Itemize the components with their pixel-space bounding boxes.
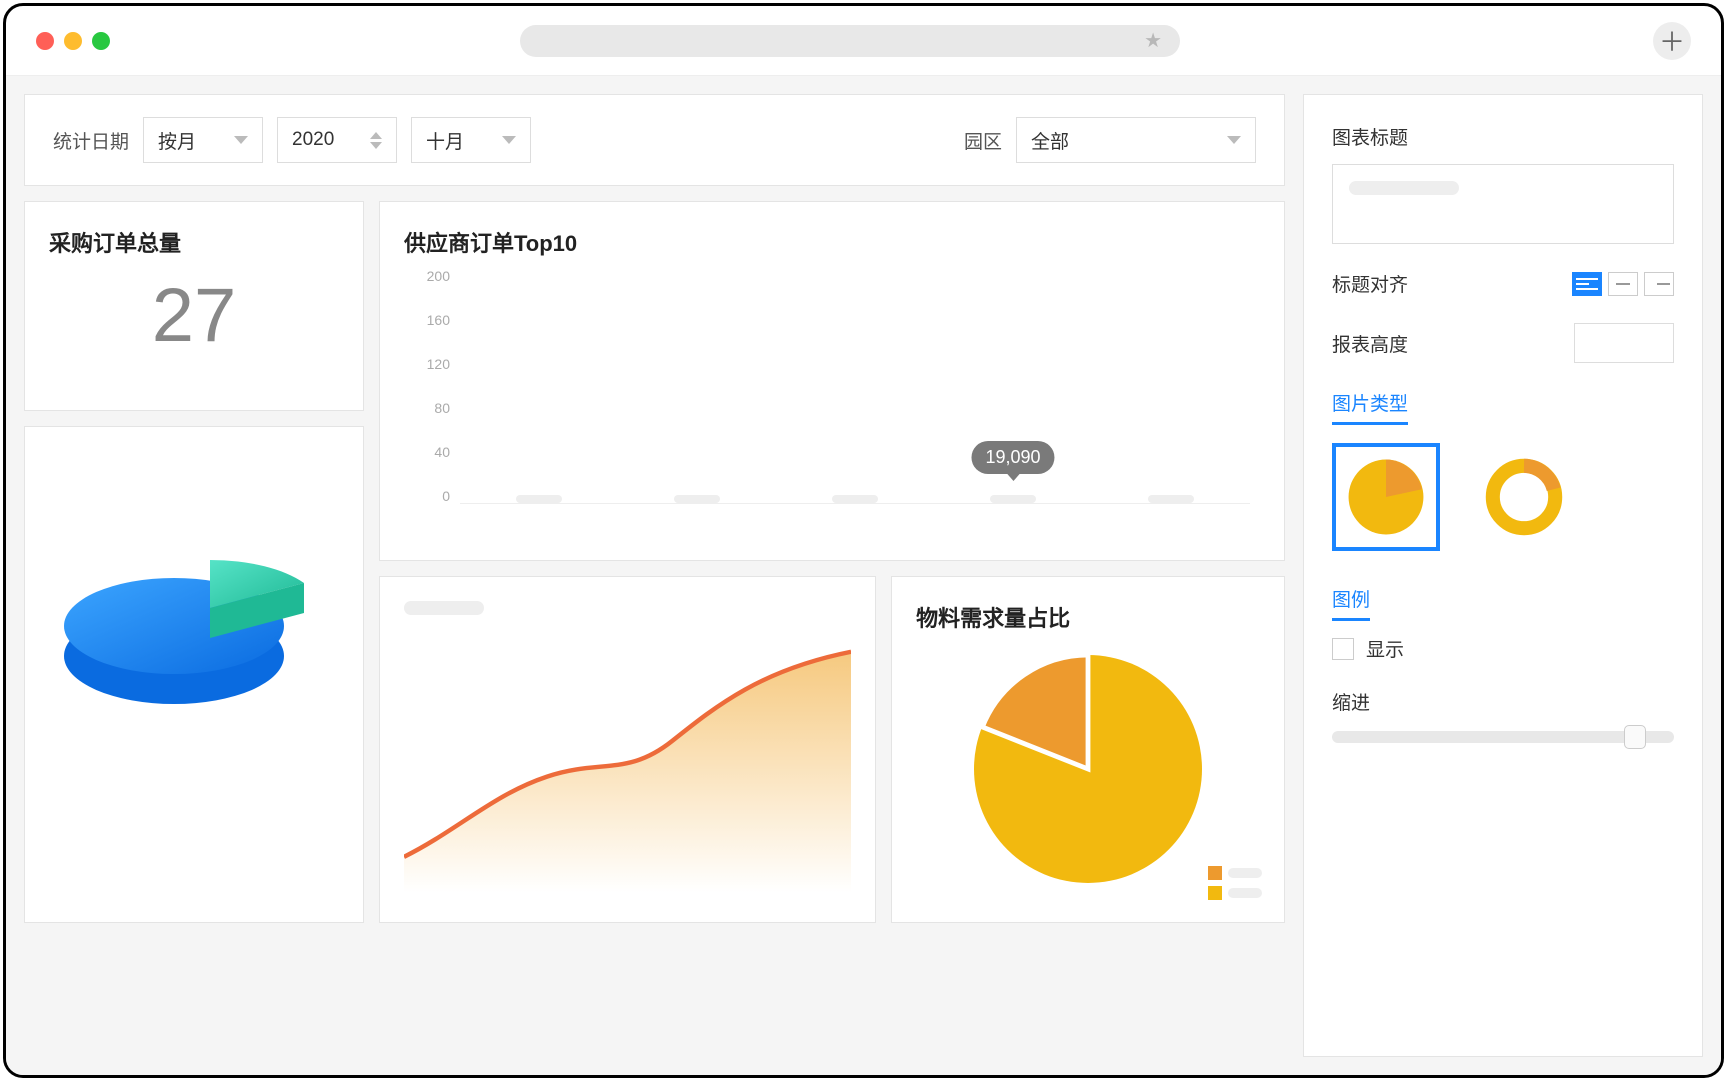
align-right-button[interactable]: [1644, 272, 1674, 296]
bar-chart-title: 供应商订单Top10: [404, 226, 1260, 258]
slider-thumb[interactable]: [1624, 725, 1646, 749]
align-button-group: [1572, 272, 1674, 296]
spinner-icon: [370, 132, 382, 149]
period-mode-value: 按月: [158, 127, 196, 154]
kpi-value: 27: [49, 272, 339, 359]
legend-section-label: 图例: [1332, 585, 1370, 621]
month-select[interactable]: 十月: [411, 117, 531, 163]
area-chart-card[interactable]: [379, 576, 876, 923]
y-axis: 20016012080400: [404, 268, 450, 504]
new-tab-button[interactable]: ＋: [1653, 22, 1691, 60]
zone-label: 园区: [964, 127, 1002, 154]
kpi-title: 采购订单总量: [49, 226, 339, 258]
chart-type-pie[interactable]: [1332, 443, 1440, 551]
report-height-input[interactable]: [1574, 323, 1674, 363]
year-select[interactable]: 2020: [277, 117, 397, 163]
chevron-down-icon: [1227, 136, 1241, 144]
chart-title-label: 图表标题: [1332, 123, 1674, 150]
chart-type-options: [1332, 443, 1674, 551]
pie-legend: [1208, 860, 1262, 900]
zone-select[interactable]: 全部: [1016, 117, 1256, 163]
chart-title-input[interactable]: [1332, 164, 1674, 244]
pie3d-icon: [54, 481, 334, 741]
report-height-label: 报表高度: [1332, 330, 1408, 357]
dashboard: 采购订单总量 27: [24, 201, 1285, 1057]
chevron-down-icon: [502, 136, 516, 144]
kpi-card[interactable]: 采购订单总量 27: [24, 201, 364, 411]
pie-chart-icon: [968, 649, 1208, 889]
legend-show-label: 显示: [1366, 635, 1404, 662]
indent-label: 缩进: [1332, 688, 1674, 715]
align-left-button[interactable]: [1572, 272, 1602, 296]
align-center-button[interactable]: [1608, 272, 1638, 296]
period-mode-select[interactable]: 按月: [143, 117, 263, 163]
zone-value: 全部: [1031, 127, 1069, 154]
body: 统计日期 按月 2020 十月 园区 全部: [6, 76, 1721, 1075]
traffic-lights: [36, 32, 110, 50]
minimize-window-button[interactable]: [64, 32, 82, 50]
area-chart-icon: [404, 625, 851, 893]
chart-type-donut[interactable]: [1470, 443, 1578, 551]
donut-icon: [1485, 458, 1563, 536]
year-value: 2020: [292, 129, 334, 151]
placeholder-title: [404, 601, 484, 615]
placeholder-text: [1349, 181, 1459, 195]
align-label: 标题对齐: [1332, 270, 1408, 297]
bar-tooltip: 19,090: [971, 441, 1054, 474]
app-window: ★ ＋ 统计日期 按月 2020 十月: [3, 3, 1724, 1078]
pie-chart-card[interactable]: 物料需求量占比: [891, 576, 1285, 923]
maximize-window-button[interactable]: [92, 32, 110, 50]
main-column: 统计日期 按月 2020 十月 园区 全部: [24, 94, 1285, 1057]
properties-panel: 图表标题 标题对齐 报表高度 图片类型: [1303, 94, 1703, 1057]
date-label: 统计日期: [53, 127, 129, 154]
indent-slider[interactable]: [1332, 731, 1674, 743]
filter-bar: 统计日期 按月 2020 十月 园区 全部: [24, 94, 1285, 186]
month-value: 十月: [426, 127, 464, 154]
pie3d-card[interactable]: [24, 426, 364, 923]
pie-icon: [1347, 458, 1425, 536]
chevron-down-icon: [234, 136, 248, 144]
close-window-button[interactable]: [36, 32, 54, 50]
star-icon[interactable]: ★: [1144, 28, 1162, 53]
bar-chart: 20016012080400 19,090: [404, 268, 1260, 528]
titlebar: ★ ＋: [6, 6, 1721, 76]
chart-type-label: 图片类型: [1332, 389, 1408, 425]
bar-chart-card[interactable]: 供应商订单Top10 20016012080400: [379, 201, 1285, 561]
address-bar[interactable]: ★: [520, 25, 1180, 57]
legend-show-checkbox[interactable]: [1332, 638, 1354, 660]
bar-plot: 19,090: [460, 268, 1250, 504]
pie-chart-title: 物料需求量占比: [916, 601, 1260, 633]
